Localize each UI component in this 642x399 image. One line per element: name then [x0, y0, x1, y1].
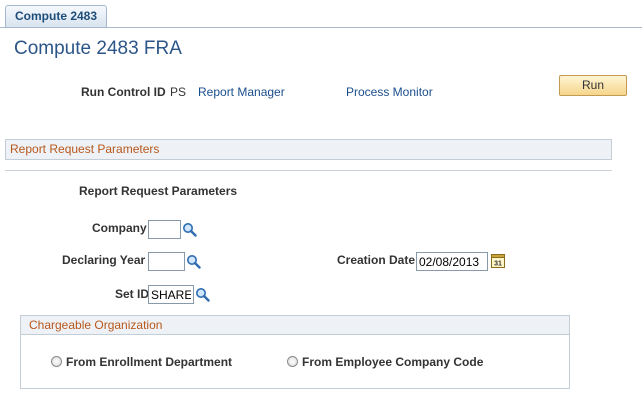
company-input[interactable] — [148, 220, 181, 239]
tab-strip-divider — [0, 27, 642, 28]
declaring-year-lookup-icon[interactable] — [186, 254, 201, 269]
company-label: Company — [92, 221, 147, 235]
run-control-id-value: PS — [170, 85, 187, 99]
process-monitor-link[interactable]: Process Monitor — [346, 85, 433, 99]
report-request-parameters-header: Report Request Parameters — [5, 139, 612, 160]
tab-compute-2483[interactable]: Compute 2483 — [5, 5, 108, 27]
report-manager-link[interactable]: Report Manager — [198, 85, 285, 99]
run-control-id-label: Run Control ID — [81, 85, 166, 99]
from-enrollment-department-radio[interactable] — [51, 356, 62, 367]
creation-date-label: Creation Date — [337, 253, 416, 267]
calendar-icon[interactable]: 31 — [491, 253, 505, 268]
run-button[interactable]: Run — [559, 75, 627, 96]
from-enrollment-department-label: From Enrollment Department — [66, 355, 233, 369]
declaring-year-label: Declaring Year — [62, 253, 146, 267]
from-employee-company-code-label: From Employee Company Code — [302, 355, 484, 369]
page-title: Compute 2483 FRA — [14, 38, 182, 59]
svg-text:31: 31 — [494, 261, 502, 268]
set-id-input[interactable] — [148, 285, 194, 304]
creation-date-input[interactable] — [416, 252, 488, 271]
section-divider — [5, 170, 612, 171]
report-request-parameters-subtitle: Report Request Parameters — [79, 184, 238, 198]
from-employee-company-code-radio[interactable] — [287, 356, 298, 367]
chargeable-organization-header: Chargeable Organization — [20, 315, 570, 335]
set-id-lookup-icon[interactable] — [195, 287, 210, 302]
set-id-label: Set ID — [115, 287, 150, 301]
declaring-year-input[interactable] — [148, 252, 185, 271]
company-lookup-icon[interactable] — [182, 222, 197, 237]
